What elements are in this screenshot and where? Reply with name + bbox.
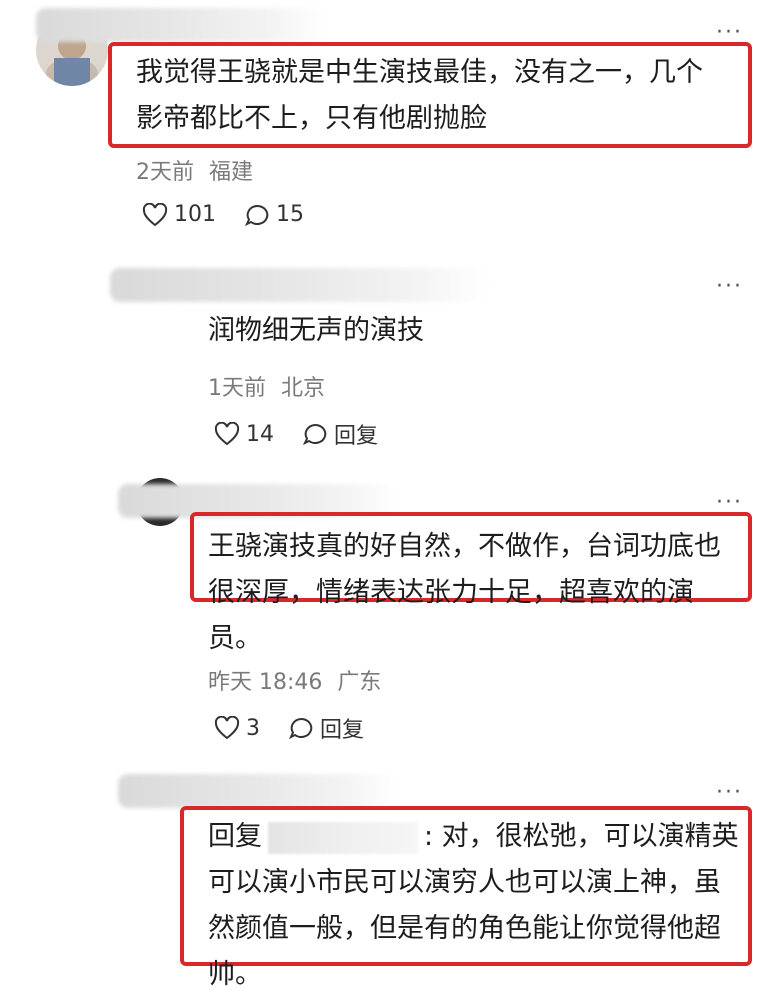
like-button[interactable]: 3 bbox=[214, 716, 260, 741]
like-count: 101 bbox=[174, 202, 216, 227]
heart-icon bbox=[142, 202, 168, 226]
reply-button[interactable]: 回复 bbox=[288, 712, 364, 744]
comment-actions: 101 15 bbox=[142, 202, 332, 227]
username-blurred[interactable] bbox=[118, 774, 398, 808]
username-blurred[interactable] bbox=[36, 8, 326, 42]
comment-bubble-icon bbox=[244, 204, 269, 226]
like-button[interactable]: 101 bbox=[142, 202, 216, 227]
comment-time: 昨天 18:46 bbox=[208, 670, 323, 695]
reply-button[interactable]: 15 bbox=[244, 202, 304, 227]
comment-location: 北京 bbox=[281, 376, 326, 401]
comment-meta: 1天前 北京 bbox=[208, 370, 325, 402]
like-count: 14 bbox=[246, 421, 274, 447]
comment-location: 广东 bbox=[337, 670, 382, 695]
more-options-icon[interactable]: ··· bbox=[716, 22, 743, 44]
more-options-icon[interactable]: ··· bbox=[716, 782, 743, 804]
comment-bubble-icon bbox=[288, 717, 313, 740]
comment-bubble-icon bbox=[302, 423, 327, 446]
username-blurred[interactable] bbox=[110, 268, 490, 302]
like-count: 3 bbox=[246, 715, 260, 741]
mention-blurred[interactable] bbox=[268, 821, 418, 854]
reply-prefix: 回复 bbox=[208, 821, 262, 852]
more-options-icon[interactable]: ··· bbox=[716, 492, 743, 514]
comment-meta: 昨天 18:46 广东 bbox=[208, 664, 381, 696]
heart-icon bbox=[214, 716, 240, 740]
reply-label: 回复 bbox=[320, 718, 365, 743]
comment-actions: 14 回复 bbox=[214, 418, 406, 450]
heart-icon bbox=[214, 422, 240, 446]
comment-text: 回复: 对，很松弛，可以演精英 可以演小市民可以演穷人也可以演上神，虽 然颜值一… bbox=[208, 821, 739, 990]
comment-text: 我觉得王骁就是中生演技最佳，没有之一，几个 影帝都比不上，只有他剧抛脸 bbox=[136, 57, 703, 134]
reply-count: 15 bbox=[276, 202, 304, 227]
comment-meta: 2天前 福建 bbox=[136, 154, 253, 186]
more-options-icon[interactable]: ··· bbox=[716, 276, 743, 298]
comment-location: 福建 bbox=[209, 160, 254, 185]
reply-label: 回复 bbox=[334, 424, 379, 449]
comment-text: 润物细无声的演技 bbox=[208, 315, 424, 346]
comment-actions: 3 回复 bbox=[214, 712, 392, 744]
reply-button[interactable]: 回复 bbox=[302, 418, 378, 450]
comment-time: 2天前 bbox=[136, 160, 194, 185]
comment-time: 1天前 bbox=[208, 376, 266, 401]
comment-text: 王骁演技真的好自然，不做作，台词功底也 很深厚，情绪表达张力十足，超喜欢的演 员… bbox=[208, 531, 721, 654]
like-button[interactable]: 14 bbox=[214, 422, 274, 447]
